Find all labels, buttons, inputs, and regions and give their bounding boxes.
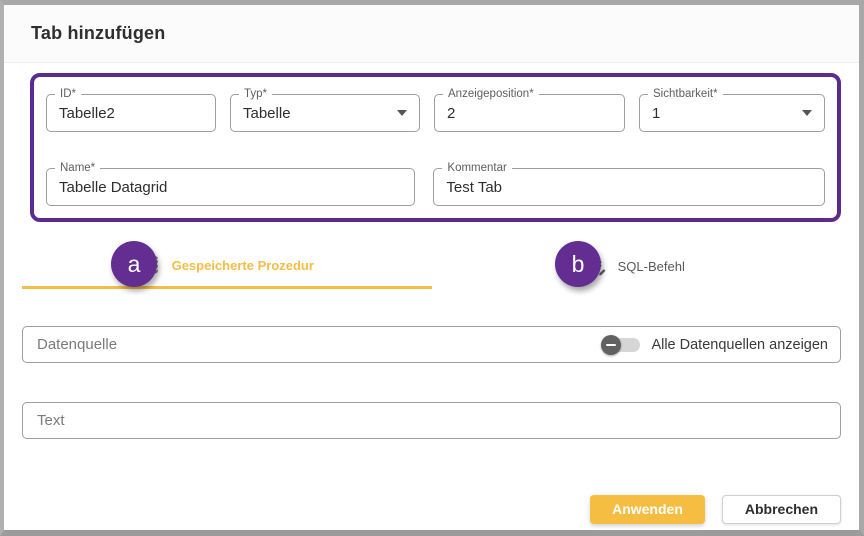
show-all-sources-toggle-group: Alle Datenquellen anzeigen <box>591 335 828 355</box>
kommentar-field[interactable]: Kommentar <box>433 168 825 206</box>
sichtbarkeit-select-label: Sichtbarkeit* <box>648 87 723 101</box>
chevron-down-icon <box>802 110 812 116</box>
chevron-down-icon <box>397 110 407 116</box>
typ-select-value[interactable] <box>243 105 389 122</box>
sichtbarkeit-select-value[interactable] <box>652 105 794 122</box>
kommentar-input[interactable] <box>446 179 812 196</box>
annotation-marker-a: a <box>111 241 157 287</box>
kommentar-field-label: Kommentar <box>442 161 511 175</box>
typ-select-label: Typ* <box>239 87 272 101</box>
dialog-content: ID* Typ* Anzeigeposition* Sichtbarkeit* <box>4 73 859 524</box>
anzeigeposition-field-label: Anzeigeposition* <box>443 87 539 101</box>
anzeigeposition-input[interactable] <box>447 105 612 122</box>
name-field[interactable]: Name* <box>46 168 415 206</box>
add-tab-dialog: Tab hinzufügen ID* Typ* Anzeigeposition* <box>0 0 864 536</box>
datenquelle-input[interactable] <box>35 335 591 354</box>
text-row <box>22 402 841 439</box>
dialog-titlebar: Tab hinzufügen <box>4 5 859 63</box>
fields-row-2: Name* Kommentar <box>46 168 825 206</box>
source-tabs: a b Gespeicherte Prozedur <box>22 244 841 289</box>
anzeigeposition-field[interactable]: Anzeigeposition* <box>434 94 625 132</box>
tab-gespeicherte-prozedur[interactable]: Gespeicherte Prozedur <box>22 244 432 289</box>
tab-label: SQL-Befehl <box>618 259 685 274</box>
annotation-marker-b: b <box>555 241 601 287</box>
toggle-thumb <box>601 335 621 355</box>
tab-sql-befehl[interactable]: SQL-Befehl <box>432 244 842 289</box>
dialog-footer: Anwenden Abbrechen <box>22 495 841 524</box>
id-field[interactable]: ID* <box>46 94 216 132</box>
sichtbarkeit-select[interactable]: Sichtbarkeit* <box>639 94 825 132</box>
show-all-sources-label: Alle Datenquellen anzeigen <box>651 337 828 353</box>
typ-select[interactable]: Typ* <box>230 94 420 132</box>
id-field-label: ID* <box>55 87 81 101</box>
text-field[interactable] <box>22 402 841 439</box>
highlighted-fields-group: ID* Typ* Anzeigeposition* Sichtbarkeit* <box>30 73 841 222</box>
minus-icon <box>606 344 616 346</box>
name-field-label: Name* <box>55 161 100 175</box>
datenquelle-field[interactable]: Alle Datenquellen anzeigen <box>22 326 841 363</box>
cancel-button[interactable]: Abbrechen <box>722 495 841 524</box>
name-input[interactable] <box>59 179 402 196</box>
datenquelle-row: Alle Datenquellen anzeigen <box>22 326 841 363</box>
id-input[interactable] <box>59 105 203 122</box>
fields-row-1: ID* Typ* Anzeigeposition* Sichtbarkeit* <box>46 94 825 132</box>
tab-label: Gespeicherte Prozedur <box>172 258 314 273</box>
apply-button[interactable]: Anwenden <box>590 495 705 524</box>
dialog-title: Tab hinzufügen <box>31 23 165 44</box>
show-all-sources-toggle[interactable] <box>601 335 641 355</box>
text-input[interactable] <box>35 411 828 430</box>
